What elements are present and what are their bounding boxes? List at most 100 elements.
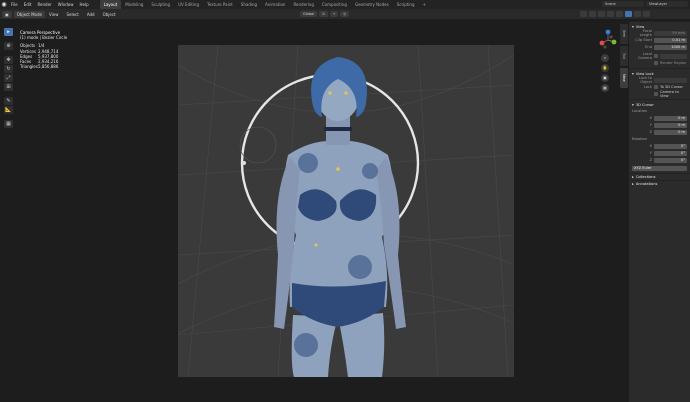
- xray-icon[interactable]: [607, 11, 614, 17]
- section-title: Collections: [635, 175, 656, 179]
- visibility-icon[interactable]: [580, 11, 587, 17]
- camera-view[interactable]: [178, 45, 514, 377]
- tab-item[interactable]: Item: [620, 24, 628, 44]
- section-title: View: [635, 24, 645, 29]
- chevron-right-icon: ▸: [632, 182, 634, 186]
- rotation-mode-select[interactable]: XYZ Euler: [632, 165, 687, 171]
- lock-object-row: Lock to Object: [632, 76, 687, 84]
- tab-texture-paint[interactable]: Texture Paint: [203, 0, 237, 9]
- orientation-selector[interactable]: Global: [300, 11, 318, 17]
- rotation-label: Rotation: [632, 137, 648, 141]
- add-cube-icon[interactable]: ▦: [4, 120, 13, 128]
- menu-edit[interactable]: Edit: [21, 2, 35, 7]
- select-box-icon[interactable]: ▸: [4, 28, 13, 36]
- annotations-header[interactable]: ▸ Annotations: [629, 180, 690, 187]
- menu-view[interactable]: View: [45, 12, 63, 17]
- wireframe-shading-icon[interactable]: [616, 11, 623, 17]
- rotate-icon[interactable]: ↻: [4, 65, 13, 73]
- grid-view-icon[interactable]: ▦: [601, 84, 609, 92]
- tab-sculpting[interactable]: Sculpting: [147, 0, 174, 9]
- location-y-field[interactable]: 0 m: [654, 122, 687, 128]
- menu-add[interactable]: Add: [83, 12, 99, 17]
- tab-modeling[interactable]: Modeling: [121, 0, 147, 9]
- move-icon[interactable]: ✥: [4, 56, 13, 64]
- viewport-header: ▣ Object Mode View Select Add Object Glo…: [0, 9, 690, 19]
- annotate-icon[interactable]: ✎: [4, 97, 13, 105]
- snap-icon[interactable]: ⌖: [330, 11, 339, 17]
- mode-selector[interactable]: Object Mode: [13, 10, 45, 18]
- rendered-shading-icon[interactable]: [643, 11, 650, 17]
- material-shading-icon[interactable]: [634, 11, 641, 17]
- pivot-icon[interactable]: ⊙: [319, 11, 329, 17]
- top-menu-bar: ◉ File Edit Render Window Help Layout Mo…: [0, 0, 690, 9]
- tab-geometry-nodes[interactable]: Geometry Nodes: [351, 0, 393, 9]
- render-region-label: Render Region: [660, 61, 687, 65]
- view-section: ▾ View Focal Length 50 mm Clip Start 0.0…: [629, 21, 690, 68]
- scale-icon[interactable]: ⤢: [4, 74, 13, 82]
- add-workspace-button[interactable]: +: [419, 0, 430, 9]
- clip-end-field[interactable]: 1000 m: [654, 44, 687, 50]
- camera-view-icon[interactable]: ▣: [601, 74, 609, 82]
- tab-layout[interactable]: Layout: [99, 0, 122, 9]
- rotation-z-row: Z 0°: [632, 157, 687, 163]
- menu-help[interactable]: Help: [76, 2, 91, 7]
- overlay-toggle-icon[interactable]: [598, 11, 605, 17]
- tab-animation[interactable]: Animation: [261, 0, 289, 9]
- measure-icon[interactable]: 📐: [4, 106, 13, 114]
- collections-header[interactable]: ▸ Collections: [629, 173, 690, 180]
- rotation-x-field[interactable]: 0°: [654, 143, 687, 149]
- field-label: Clip Start: [635, 38, 652, 42]
- tab-tool[interactable]: Tool: [620, 46, 628, 66]
- tab-view[interactable]: View: [620, 68, 628, 88]
- axis-label: X: [649, 116, 652, 120]
- tab-shading[interactable]: Shading: [237, 0, 261, 9]
- tab-compositing[interactable]: Compositing: [318, 0, 351, 9]
- clip-start-field[interactable]: 0.01 m: [654, 37, 687, 43]
- location-x-field[interactable]: 0 m: [654, 115, 687, 121]
- cursor-icon[interactable]: ⊕: [4, 42, 13, 50]
- field-label: Lock: [643, 85, 652, 89]
- active-object-info: (1) mode | Bezier Circle: [20, 35, 68, 41]
- local-camera-checkbox[interactable]: [654, 54, 658, 58]
- local-camera-field[interactable]: [660, 53, 687, 59]
- axis-label: Z: [649, 130, 652, 134]
- location-z-field[interactable]: 0 m: [654, 129, 687, 135]
- menu-select[interactable]: Select: [62, 12, 82, 17]
- tab-uv-editing[interactable]: UV Editing: [174, 0, 203, 9]
- rotation-y-field[interactable]: 0°: [654, 150, 687, 156]
- menu-render[interactable]: Render: [34, 2, 54, 7]
- proportional-icon[interactable]: ◎: [340, 11, 350, 17]
- transform-icon[interactable]: ⊞: [4, 83, 13, 91]
- menu-window[interactable]: Window: [55, 2, 77, 7]
- editor-type-button[interactable]: ▣: [2, 10, 12, 18]
- blender-logo-icon[interactable]: ◉: [0, 0, 8, 9]
- field-label: Local Camera: [637, 52, 652, 60]
- field-label: End: [645, 45, 652, 49]
- zoom-icon[interactable]: ⌕: [601, 54, 609, 62]
- tab-scripting[interactable]: Scripting: [393, 0, 419, 9]
- section-title: View Lock: [635, 71, 654, 76]
- location-z-row: Z 0 m: [632, 129, 687, 135]
- focal-length-field[interactable]: 50 mm: [654, 30, 687, 36]
- menu-object[interactable]: Object: [99, 12, 120, 17]
- axis-label: Y: [649, 123, 652, 127]
- menu-file[interactable]: File: [8, 2, 21, 7]
- lock-cursor-label: To 3D Cursor: [660, 85, 683, 89]
- navigation-gizmo[interactable]: [598, 28, 618, 52]
- lock-object-field[interactable]: [654, 77, 687, 83]
- local-camera-row: Local Camera: [632, 52, 687, 60]
- solid-shading-icon[interactable]: [625, 11, 632, 17]
- pan-hand-icon[interactable]: ✋: [601, 64, 609, 72]
- chevron-down-icon: ▾: [632, 24, 634, 29]
- rotation-y-row: Y 0°: [632, 150, 687, 156]
- rotation-z-field[interactable]: 0°: [654, 157, 687, 163]
- view-layer-selector[interactable]: ViewLayer: [646, 1, 688, 7]
- shading-buttons: [580, 11, 650, 17]
- section-title: 3D Cursor: [635, 102, 654, 107]
- render-region-row: Render Region: [632, 60, 687, 66]
- tab-rendering[interactable]: Rendering: [289, 0, 317, 9]
- section-title: Annotations: [635, 182, 658, 186]
- gizmo-toggle-icon[interactable]: [589, 11, 596, 17]
- cursor-section-header[interactable]: ▾ 3D Cursor: [632, 102, 687, 107]
- scene-selector[interactable]: Scene: [602, 1, 644, 7]
